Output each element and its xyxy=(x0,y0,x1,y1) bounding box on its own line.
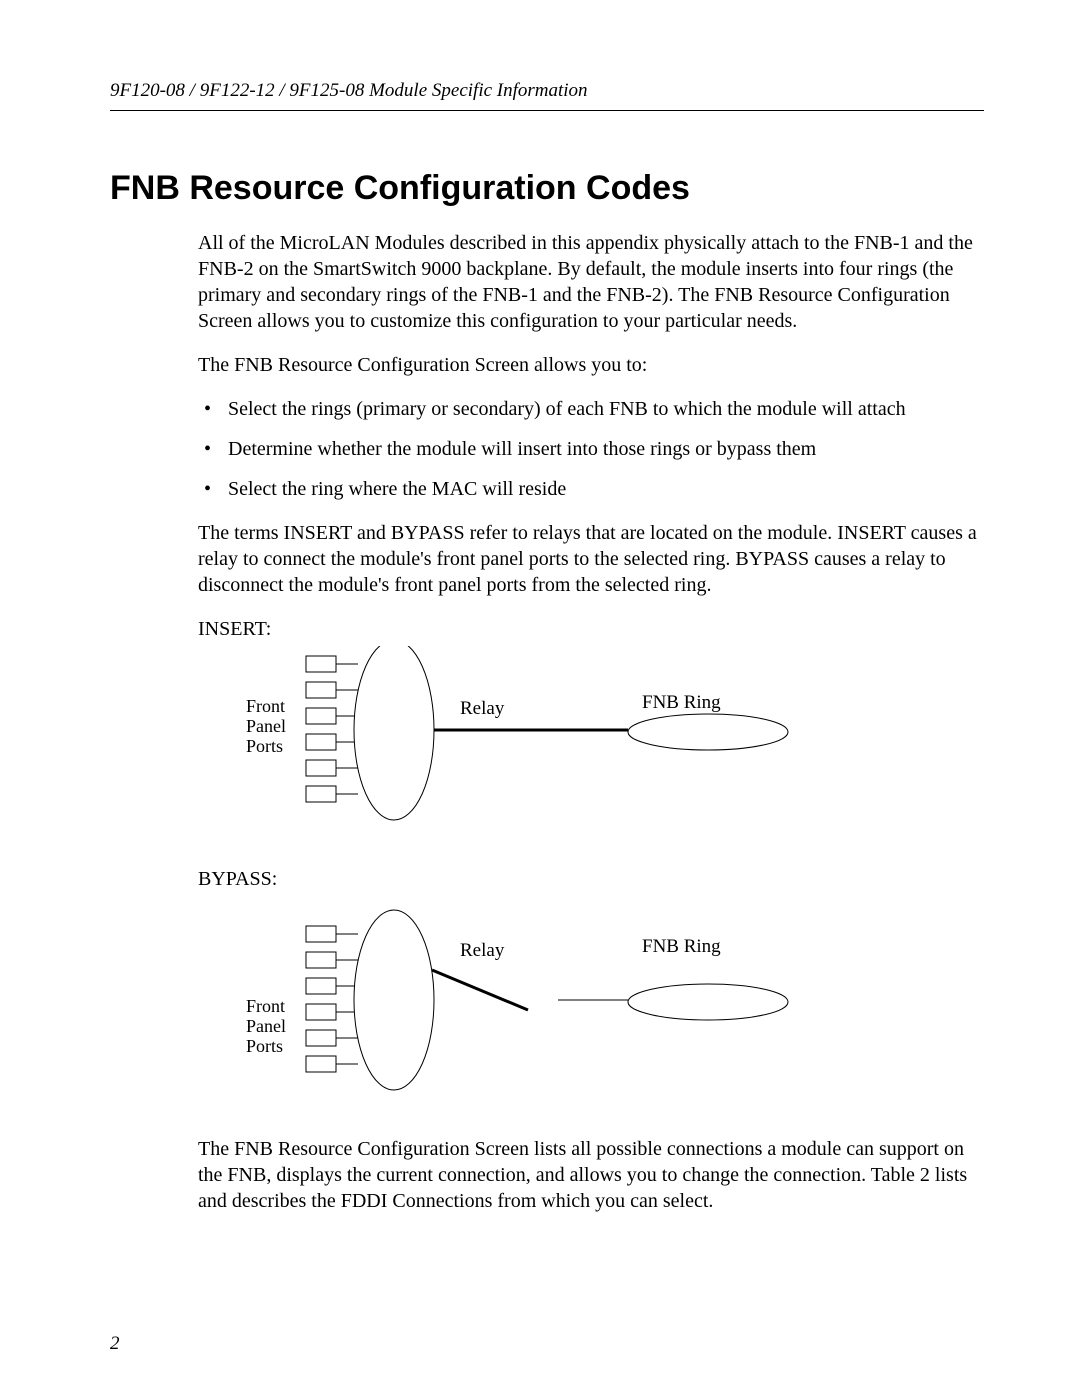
fnb-ring-label: FNB Ring xyxy=(642,692,721,713)
page-number: 2 xyxy=(110,1333,120,1355)
front-panel-ports-label: Front Panel Ports xyxy=(246,696,291,756)
page-title: FNB Resource Configuration Codes xyxy=(110,169,984,208)
fnb-ring-label-2: FNB Ring xyxy=(642,936,721,957)
relay-label: Relay xyxy=(460,698,505,719)
paragraph-3: The terms INSERT and BYPASS refer to rel… xyxy=(198,520,984,598)
paragraph-1: All of the MicroLAN Modules described in… xyxy=(198,230,984,334)
paragraph-2: The FNB Resource Configuration Screen al… xyxy=(198,352,984,378)
paragraph-4: The FNB Resource Configuration Screen li… xyxy=(198,1136,984,1214)
bullet-item-2: Determine whether the module will insert… xyxy=(198,436,984,462)
insert-diagram: Front Panel Ports Relay FNB Ring xyxy=(198,646,898,846)
document-page: 9F120-08 / 9F122-12 / 9F125-08 Module Sp… xyxy=(0,0,1080,1397)
bypass-diagram-block: BYPASS: xyxy=(198,866,984,1116)
bypass-diagram: Front Panel Ports Relay FNB Ring xyxy=(198,896,898,1116)
insert-label: INSERT: xyxy=(198,616,984,642)
bypass-label: BYPASS: xyxy=(198,866,984,892)
bullet-item-1: Select the rings (primary or secondary) … xyxy=(198,396,984,422)
relay-label-2: Relay xyxy=(460,940,505,961)
front-panel-ports-label-2: Front Panel Ports xyxy=(246,996,291,1056)
bullet-list: Select the rings (primary or secondary) … xyxy=(198,396,984,502)
body-content: All of the MicroLAN Modules described in… xyxy=(198,230,984,1214)
bullet-item-3: Select the ring where the MAC will resid… xyxy=(198,476,984,502)
page-header: 9F120-08 / 9F122-12 / 9F125-08 Module Sp… xyxy=(110,80,984,111)
insert-diagram-block: INSERT: xyxy=(198,616,984,846)
